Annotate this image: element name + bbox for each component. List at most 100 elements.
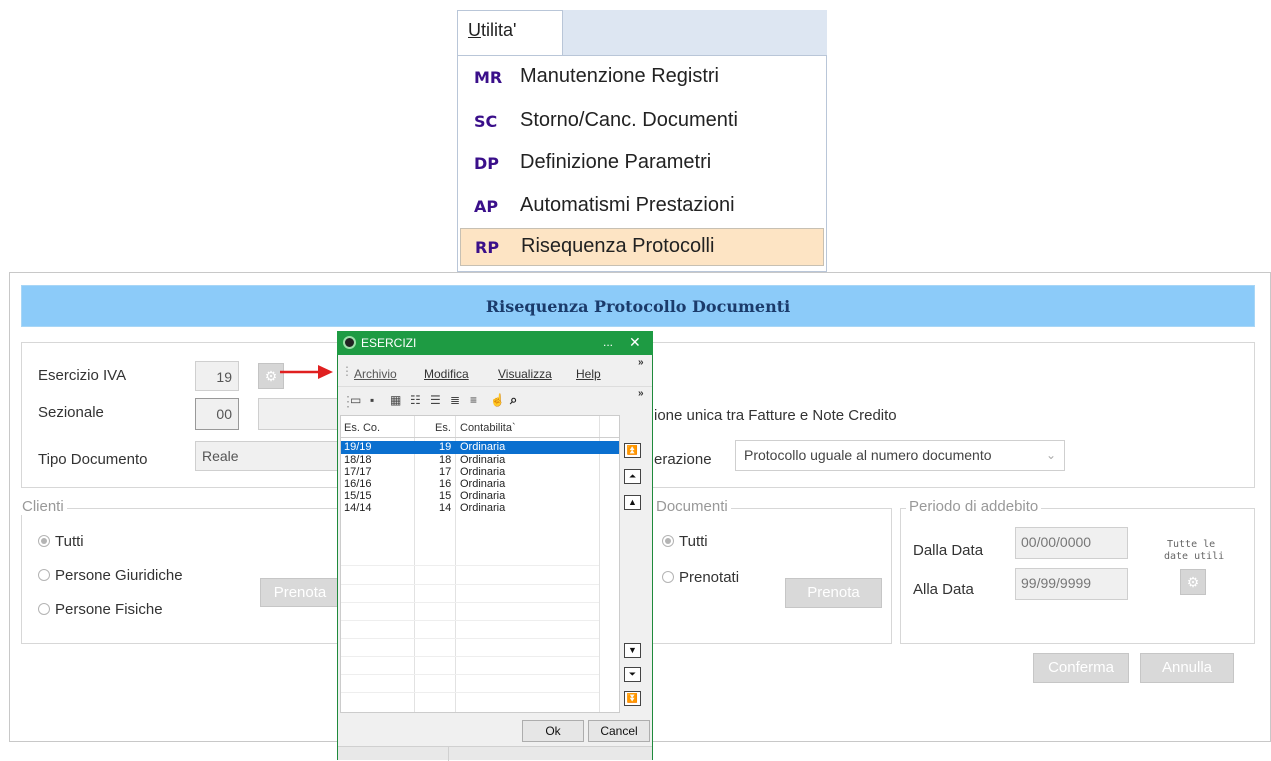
close-icon[interactable]: ✕ (629, 334, 641, 351)
generazione-select[interactable]: Protocollo uguale al numero documento ⌄ (735, 440, 1065, 471)
overflow-icon[interactable]: » (638, 388, 644, 399)
mr-icon: MR (474, 68, 503, 87)
tipo-documento-select[interactable]: Reale (195, 441, 340, 471)
next-record-button[interactable]: ▼ (624, 643, 641, 658)
row-divider (341, 620, 599, 621)
menu-item-risequenza-protocolli[interactable]: RP Risequenza Protocolli (460, 228, 824, 266)
clienti-prenota-button[interactable]: Prenota (260, 578, 340, 607)
table-row[interactable]: 16/16 16 Ordinaria (341, 479, 619, 490)
dalla-data-field[interactable]: 00/00/0000 (1015, 527, 1128, 559)
cell-esco: 19/19 (344, 441, 372, 453)
column-header-esco[interactable]: Es. Co. (344, 422, 380, 434)
list2-icon[interactable]: ≡ (470, 393, 477, 407)
radio-documenti-tutti[interactable]: Tutti (662, 533, 708, 550)
column-header-es[interactable]: Es. (435, 422, 451, 434)
cell-contabilita: Ordinaria (460, 490, 506, 502)
cell-es: 18 (439, 454, 452, 466)
esercizi-grid[interactable]: Es. Co. Es. Contabilita` 19/19 19 Ordina… (340, 415, 620, 713)
radio-dot (38, 535, 50, 547)
open-icon[interactable]: ▭ (350, 393, 361, 407)
table-row[interactable]: 19/19 19 Ordinaria (341, 441, 619, 454)
numerazione-label: ione unica tra Fatture e Note Credito (654, 407, 897, 424)
cell-contabilita: Ordinaria (460, 454, 506, 466)
cell-esco: 17/17 (344, 466, 372, 478)
status-bar (338, 746, 652, 761)
menu-item-definizione-parametri[interactable]: DP Definizione Parametri (460, 145, 824, 183)
radio-dot (38, 603, 50, 615)
sezionale-field[interactable]: 00 (195, 398, 239, 430)
table-row[interactable]: 18/18 18 Ordinaria (341, 455, 619, 466)
menu-item-manutenzione-registri[interactable]: MR Manutenzione Registri (460, 59, 824, 97)
radio-persone-fisiche[interactable]: Persone Fisiche (38, 601, 163, 618)
table-row[interactable]: 17/17 17 Ordinaria (341, 467, 619, 478)
gear-icon: ⚙ (264, 368, 278, 384)
cell-esco: 16/16 (344, 478, 372, 490)
tutte-date-button[interactable]: ⚙ (1180, 569, 1206, 595)
alla-data-label: Alla Data (913, 581, 974, 598)
dp-icon: DP (474, 154, 500, 173)
overflow-icon[interactable]: » (638, 357, 644, 368)
esercizio-field[interactable]: 19 (195, 361, 239, 391)
radio-label: Persone Fisiche (55, 601, 163, 618)
cancel-button[interactable]: Cancel (588, 720, 650, 742)
cell-es: 14 (439, 502, 452, 514)
window-title: ESERCIZI (361, 336, 417, 350)
row-divider (341, 638, 599, 639)
menu-help[interactable]: Help (576, 367, 601, 381)
menu-item-label: Risequenza Protocolli (521, 235, 715, 257)
row-divider (341, 565, 599, 566)
page-down-button[interactable]: ⏷ (624, 667, 641, 682)
radio-label: Tutti (55, 533, 84, 550)
column-header-contabilita[interactable]: Contabilita` (460, 422, 516, 434)
menu-utilita[interactable]: Utilita' (457, 10, 563, 56)
ok-button[interactable]: Ok (522, 720, 584, 742)
annulla-button[interactable]: Annulla (1140, 653, 1234, 683)
thumbs-up-icon[interactable]: ☝ (490, 393, 505, 407)
radio-clienti-tutti[interactable]: Tutti (38, 533, 84, 550)
save-icon[interactable]: ▪ (370, 393, 374, 407)
esercizi-titlebar[interactable]: ESERCIZI ... ✕ (337, 331, 653, 355)
cell-esco: 15/15 (344, 490, 372, 502)
radio-documenti-prenotati[interactable]: Prenotati (662, 569, 739, 586)
documenti-prenota-button[interactable]: Prenota (785, 578, 882, 608)
details-icon[interactable]: ☰ (430, 393, 441, 407)
row-divider (341, 584, 599, 585)
cell-contabilita: Ordinaria (460, 478, 506, 490)
sc-icon: SC (474, 112, 498, 131)
radio-label: Prenotati (679, 569, 740, 586)
row-divider (341, 656, 599, 657)
menu-item-label: Manutenzione Registri (520, 65, 719, 87)
sezionale-description-field (258, 398, 340, 430)
cell-contabilita: Ordinaria (460, 441, 506, 453)
table-row[interactable]: 15/15 15 Ordinaria (341, 491, 619, 502)
menu-modifica[interactable]: Modifica (424, 367, 469, 381)
cell-es: 17 (439, 466, 452, 478)
rp-icon: RP (475, 238, 500, 257)
tree-icon[interactable]: ☷ (410, 393, 421, 407)
cell-es: 15 (439, 490, 452, 502)
binoculars-icon[interactable]: ⌕ (510, 392, 517, 408)
menu-visualizza[interactable]: Visualizza (498, 367, 552, 381)
app-icon (343, 336, 356, 349)
table-icon[interactable]: ▦ (390, 393, 401, 407)
menu-item-automatismi-prestazioni[interactable]: AP Automatismi Prestazioni (460, 188, 824, 226)
red-arrow-icon (280, 365, 333, 379)
menu-utilita-accel: U (468, 20, 481, 40)
conferma-button[interactable]: Conferma (1033, 653, 1129, 683)
minimize-button[interactable]: ... (603, 335, 613, 349)
status-divider (448, 747, 449, 761)
list-icon[interactable]: ≣ (450, 393, 460, 407)
prev-record-button[interactable]: ▲ (624, 495, 641, 510)
menu-item-storno-documenti[interactable]: SC Storno/Canc. Documenti (460, 103, 824, 141)
radio-persone-giuridiche[interactable]: Persone Giuridiche (38, 567, 183, 584)
table-row[interactable]: 14/14 14 Ordinaria (341, 503, 619, 514)
first-record-button[interactable]: ⏫ (624, 443, 641, 458)
radio-dot (662, 571, 674, 583)
page-up-button[interactable]: ⏶ (624, 469, 641, 484)
sezionale-label: Sezionale (38, 404, 104, 421)
last-record-button[interactable]: ⏬ (624, 691, 641, 706)
radio-dot (38, 569, 50, 581)
menu-archivio[interactable]: Archivio (354, 367, 397, 381)
alla-data-field[interactable]: 99/99/9999 (1015, 568, 1128, 600)
ap-icon: AP (474, 197, 499, 216)
